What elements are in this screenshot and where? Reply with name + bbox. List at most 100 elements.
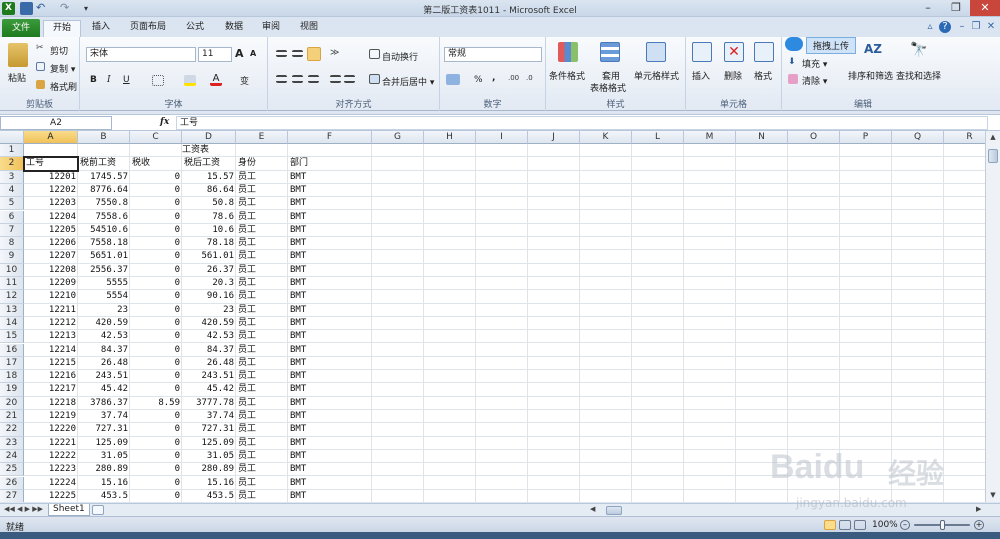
new-sheet-icon[interactable] (92, 505, 104, 515)
name-box[interactable]: A2 (0, 116, 112, 130)
aftertax-salary-cell[interactable]: 26.48 (182, 357, 236, 370)
role-cell[interactable]: 员工 (238, 357, 290, 370)
customize-qat-icon[interactable]: ▾ (84, 2, 97, 15)
role-cell[interactable]: 员工 (238, 477, 290, 490)
pretax-salary-cell[interactable]: 5555 (78, 277, 130, 290)
role-cell[interactable]: 员工 (238, 383, 290, 396)
role-cell[interactable]: 员工 (238, 397, 290, 410)
tax-cell[interactable]: 0 (130, 450, 182, 463)
employee-id-cell[interactable]: 12208 (24, 264, 78, 277)
column-header-k[interactable]: K (580, 131, 632, 144)
department-cell[interactable]: BMT (290, 370, 374, 383)
pretax-salary-cell[interactable]: 8776.64 (78, 184, 130, 197)
role-cell[interactable]: 员工 (238, 304, 290, 317)
pretax-salary-cell[interactable]: 2556.37 (78, 264, 130, 277)
row-header[interactable]: 14 (0, 316, 24, 331)
role-cell[interactable]: 员工 (238, 344, 290, 357)
paste-icon[interactable] (8, 43, 28, 67)
department-cell[interactable]: BMT (290, 344, 374, 357)
fill-button[interactable]: 填充 ▾ (802, 57, 827, 70)
department-cell[interactable]: BMT (290, 184, 374, 197)
role-cell[interactable]: 员工 (238, 197, 290, 210)
pretax-salary-cell[interactable]: 727.31 (78, 423, 130, 436)
row-header[interactable]: 19 (0, 383, 24, 397)
aftertax-salary-cell[interactable]: 3777.78 (182, 397, 236, 410)
employee-id-cell[interactable]: 12216 (24, 370, 78, 383)
row-header[interactable]: 7 (0, 223, 24, 238)
font-color-icon[interactable]: A (210, 74, 222, 86)
role-cell[interactable]: 员工 (238, 224, 290, 237)
tax-cell[interactable]: 0 (130, 211, 182, 224)
department-cell[interactable]: BMT (290, 237, 374, 250)
employee-id-cell[interactable]: 12207 (24, 250, 78, 263)
row-header[interactable]: 8 (0, 237, 24, 251)
employee-id-cell[interactable]: 12204 (24, 211, 78, 224)
role-cell[interactable]: 员工 (238, 290, 290, 303)
role-cell[interactable]: 员工 (238, 370, 290, 383)
aftertax-salary-cell[interactable]: 84.37 (182, 344, 236, 357)
hscroll-thumb[interactable] (606, 506, 622, 515)
row-header[interactable]: 9 (0, 250, 24, 264)
align-middle-icon[interactable] (292, 50, 303, 57)
row-header[interactable]: 25 (0, 463, 24, 477)
row-header[interactable]: 18 (0, 370, 24, 384)
number-format-select[interactable]: 常规 (444, 47, 542, 62)
column-header-c[interactable]: C (130, 131, 182, 144)
employee-id-cell[interactable]: 12225 (24, 490, 78, 502)
column-header-r[interactable]: R (944, 131, 985, 144)
column-header-a[interactable]: A (24, 131, 78, 144)
redo-icon[interactable]: ↷ (60, 2, 73, 15)
hscroll-left-icon[interactable]: ◀ (590, 505, 602, 515)
row-header[interactable]: 10 (0, 263, 24, 277)
column-header-g[interactable]: G (372, 131, 424, 144)
italic-button[interactable]: I (107, 75, 111, 85)
shrink-font-button[interactable]: A (250, 49, 256, 58)
role-cell[interactable]: 员工 (238, 463, 290, 476)
sheet-title-cell[interactable]: 工资表 (182, 144, 236, 157)
tax-cell[interactable]: 8.59 (130, 397, 182, 410)
tax-cell[interactable]: 0 (130, 224, 182, 237)
row-header[interactable]: 1 (0, 144, 24, 158)
column-header-o[interactable]: O (788, 131, 840, 144)
column-header-d[interactable]: D (182, 131, 236, 144)
format-painter-button[interactable]: 格式刷 (50, 80, 77, 93)
align-center-icon[interactable] (292, 75, 303, 83)
tax-cell[interactable]: 0 (130, 357, 182, 370)
pretax-salary-cell[interactable]: 5554 (78, 290, 130, 303)
percent-button[interactable]: % (474, 75, 483, 85)
align-left-icon[interactable] (276, 75, 287, 83)
pretax-salary-cell[interactable]: 7558.6 (78, 211, 130, 224)
merge-center-button[interactable]: 合并后居中 ▾ (382, 75, 434, 88)
normal-view-icon[interactable] (824, 520, 836, 530)
find-select-button[interactable]: 查找和选择 (896, 69, 941, 82)
doc-restore-icon[interactable]: ❐ (970, 21, 982, 33)
column-header-b[interactable]: B (78, 131, 130, 144)
employee-id-cell[interactable]: 12202 (24, 184, 78, 197)
worksheet-grid[interactable]: A B C D E F G H I J K L M N O P Q R 1 工资表 2 工号 税前工资 税收 税后工资 身份 部门 3… (0, 131, 985, 502)
column-title-cell[interactable]: 税收 (132, 157, 184, 170)
pretax-salary-cell[interactable]: 7550.8 (78, 197, 130, 210)
column-header-e[interactable]: E (236, 131, 288, 144)
tax-cell[interactable]: 0 (130, 344, 182, 357)
tax-cell[interactable]: 0 (130, 304, 182, 317)
decrease-decimal-icon[interactable]: .0 (526, 74, 539, 85)
employee-id-cell[interactable]: 12203 (24, 197, 78, 210)
tax-cell[interactable]: 0 (130, 171, 182, 184)
pretax-salary-cell[interactable]: 31.05 (78, 450, 130, 463)
aftertax-salary-cell[interactable]: 561.01 (182, 250, 236, 263)
cell-styles-button[interactable]: 单元格样式 (634, 69, 679, 82)
pretax-salary-cell[interactable]: 45.42 (78, 383, 130, 396)
row-header[interactable]: 16 (0, 343, 24, 357)
department-cell[interactable]: BMT (290, 171, 374, 184)
pretax-salary-cell[interactable]: 420.59 (78, 317, 130, 330)
bold-button[interactable]: B (90, 75, 97, 85)
role-cell[interactable]: 员工 (238, 264, 290, 277)
pretax-salary-cell[interactable]: 23 (78, 304, 130, 317)
role-cell[interactable]: 员工 (238, 423, 290, 436)
role-cell[interactable]: 员工 (238, 490, 290, 502)
column-header-q[interactable]: Q (892, 131, 944, 144)
tax-cell[interactable]: 0 (130, 250, 182, 263)
role-cell[interactable]: 员工 (238, 171, 290, 184)
pretax-salary-cell[interactable]: 15.16 (78, 477, 130, 490)
row-header[interactable]: 12 (0, 290, 24, 304)
